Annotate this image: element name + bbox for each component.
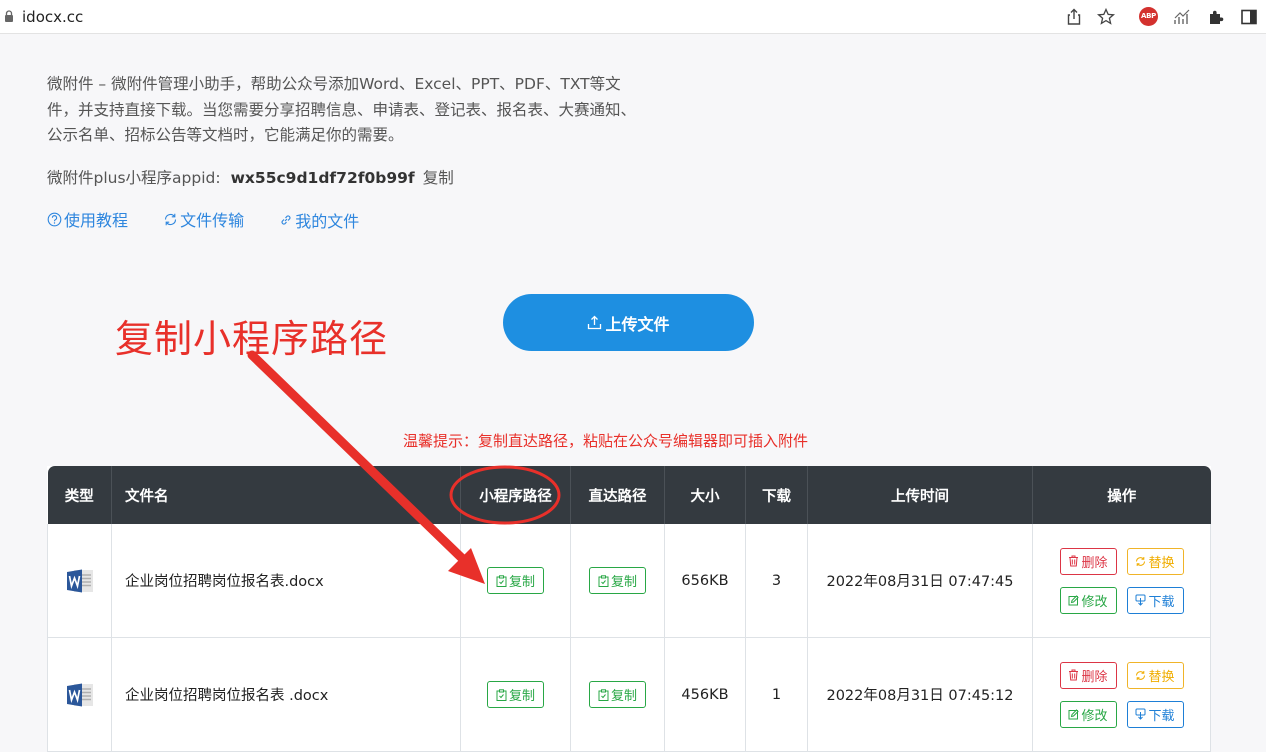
word-file-icon (66, 683, 93, 706)
edit-icon (1068, 708, 1080, 719)
delete-label: 删除 (1081, 669, 1108, 685)
delete-button[interactable]: 删除 (1059, 547, 1117, 575)
type-cell (47, 637, 112, 752)
upload-label: 上传文件 (605, 314, 670, 334)
header-type: 类型 (47, 466, 112, 524)
file-name-cell: 企业岗位招聘岗位报名表 .docx (111, 637, 461, 752)
transfer-link[interactable]: 文件传输 (163, 207, 244, 231)
table-header-row: 类型 文件名 小程序路径 直达路径 大小 下载 上传时间 操作 (47, 466, 1211, 524)
intro-text: 微附件 – 微附件管理小助手，帮助公众号添加Word、Excel、PPT、PDF… (47, 75, 637, 144)
downloads-cell: 1 (745, 637, 808, 752)
upload-button[interactable]: 上传文件 (503, 294, 754, 351)
copy-mini-path-button[interactable]: 复制 (487, 681, 544, 708)
appid-value: wx55c9d1df72f0b99f (230, 169, 415, 187)
table-row: 企业岗位招聘岗位报名表.docx 复制 复制 656KB 3 2022年08月3… (47, 524, 1211, 638)
puzzle-extension-icon[interactable] (1206, 7, 1226, 27)
header-upload-time: 上传时间 (807, 466, 1033, 524)
sync-icon (165, 213, 177, 225)
trash-icon (1069, 555, 1079, 567)
appid-label: 微附件plus小程序appid: (47, 169, 221, 187)
download-label: 下载 (1148, 594, 1175, 610)
delete-label: 删除 (1081, 555, 1108, 571)
edit-icon (1068, 594, 1080, 605)
size-cell: 656KB (664, 524, 746, 638)
share-icon[interactable] (1064, 7, 1084, 27)
delete-button[interactable]: 删除 (1059, 661, 1117, 689)
link-icon (281, 214, 291, 225)
help-icon (47, 212, 62, 226)
download-icon (1135, 708, 1146, 720)
copy-label: 复制 (610, 575, 637, 590)
mini-path-cell: 复制 (460, 524, 571, 638)
size-cell: 456KB (664, 637, 746, 752)
edit-button[interactable]: 修改 (1059, 586, 1117, 614)
lock-icon (5, 10, 13, 22)
tutorial-label: 使用教程 (64, 211, 129, 230)
clipboard-icon (496, 574, 507, 587)
my-files-link[interactable]: 我的文件 (279, 208, 359, 232)
upload-icon (588, 315, 602, 330)
header-actions: 操作 (1032, 466, 1211, 524)
copy-label: 复制 (508, 689, 535, 704)
tutorial-link[interactable]: 使用教程 (47, 207, 128, 231)
refresh-icon (1136, 670, 1146, 680)
direct-path-cell: 复制 (570, 524, 665, 638)
actions-cell: 删除 替换 修改 下载 (1032, 637, 1211, 752)
edit-button[interactable]: 修改 (1059, 700, 1117, 728)
copy-direct-path-button[interactable]: 复制 (589, 681, 646, 708)
downloads-cell: 3 (745, 524, 808, 638)
copy-mini-path-button[interactable]: 复制 (487, 567, 544, 594)
nav-links: 使用教程 文件传输 我的文件 (47, 207, 389, 232)
refresh-icon (1136, 556, 1146, 566)
clipboard-icon (598, 688, 609, 701)
tip-text: 温馨提示：复制直达路径，粘贴在公众号编辑器即可插入附件 (403, 432, 809, 450)
star-icon[interactable] (1096, 7, 1116, 27)
replace-button[interactable]: 替换 (1126, 661, 1184, 689)
replace-label: 替换 (1148, 555, 1175, 571)
appid-row: 微附件plus小程序appid: wx55c9d1df72f0b99f 复制 (47, 166, 454, 188)
file-name-cell: 企业岗位招聘岗位报名表.docx (111, 524, 461, 638)
upload-time-cell: 2022年08月31日 07:45:12 (807, 637, 1033, 752)
annotation-label: 复制小程序路径 (115, 317, 389, 361)
header-direct-path: 直达路径 (570, 466, 665, 524)
direct-path-cell: 复制 (570, 637, 665, 752)
mini-path-cell: 复制 (460, 637, 571, 752)
header-name: 文件名 (111, 466, 461, 524)
download-label: 下载 (1148, 708, 1175, 724)
my-files-label: 我的文件 (295, 211, 360, 231)
download-icon (1135, 594, 1146, 606)
replace-label: 替换 (1148, 669, 1175, 685)
upload-time-cell: 2022年08月31日 07:47:45 (807, 524, 1033, 638)
actions-cell: 删除 替换 修改 下载 (1032, 524, 1211, 638)
download-button[interactable]: 下载 (1126, 700, 1184, 728)
sidepanel-icon[interactable] (1239, 7, 1259, 27)
trash-icon (1069, 669, 1079, 681)
edit-label: 修改 (1081, 594, 1108, 610)
transfer-label: 文件传输 (180, 211, 245, 230)
appid-copy-link[interactable]: 复制 (423, 169, 454, 187)
table-row: 企业岗位招聘岗位报名表 .docx 复制 复制 456KB 1 2022年08月… (47, 637, 1211, 752)
replace-button[interactable]: 替换 (1126, 547, 1184, 575)
address-bar[interactable]: idocx.cc (22, 8, 83, 26)
edit-label: 修改 (1081, 708, 1108, 724)
header-downloads: 下载 (745, 466, 808, 524)
copy-label: 复制 (610, 689, 637, 704)
file-table: 类型 文件名 小程序路径 直达路径 大小 下载 上传时间 操作 企业岗位招聘岗位… (47, 466, 1211, 752)
header-mini-path: 小程序路径 (460, 466, 571, 524)
chart-extension-icon[interactable] (1172, 7, 1192, 27)
download-button[interactable]: 下载 (1126, 586, 1184, 614)
copy-label: 复制 (508, 575, 535, 590)
type-cell (47, 524, 112, 638)
word-file-icon (66, 569, 93, 592)
browser-toolbar: idocx.cc ABP (0, 0, 1266, 34)
adblock-icon[interactable]: ABP (1139, 7, 1158, 26)
clipboard-icon (496, 688, 507, 701)
copy-direct-path-button[interactable]: 复制 (589, 567, 646, 594)
clipboard-icon (598, 574, 609, 587)
header-size: 大小 (664, 466, 746, 524)
